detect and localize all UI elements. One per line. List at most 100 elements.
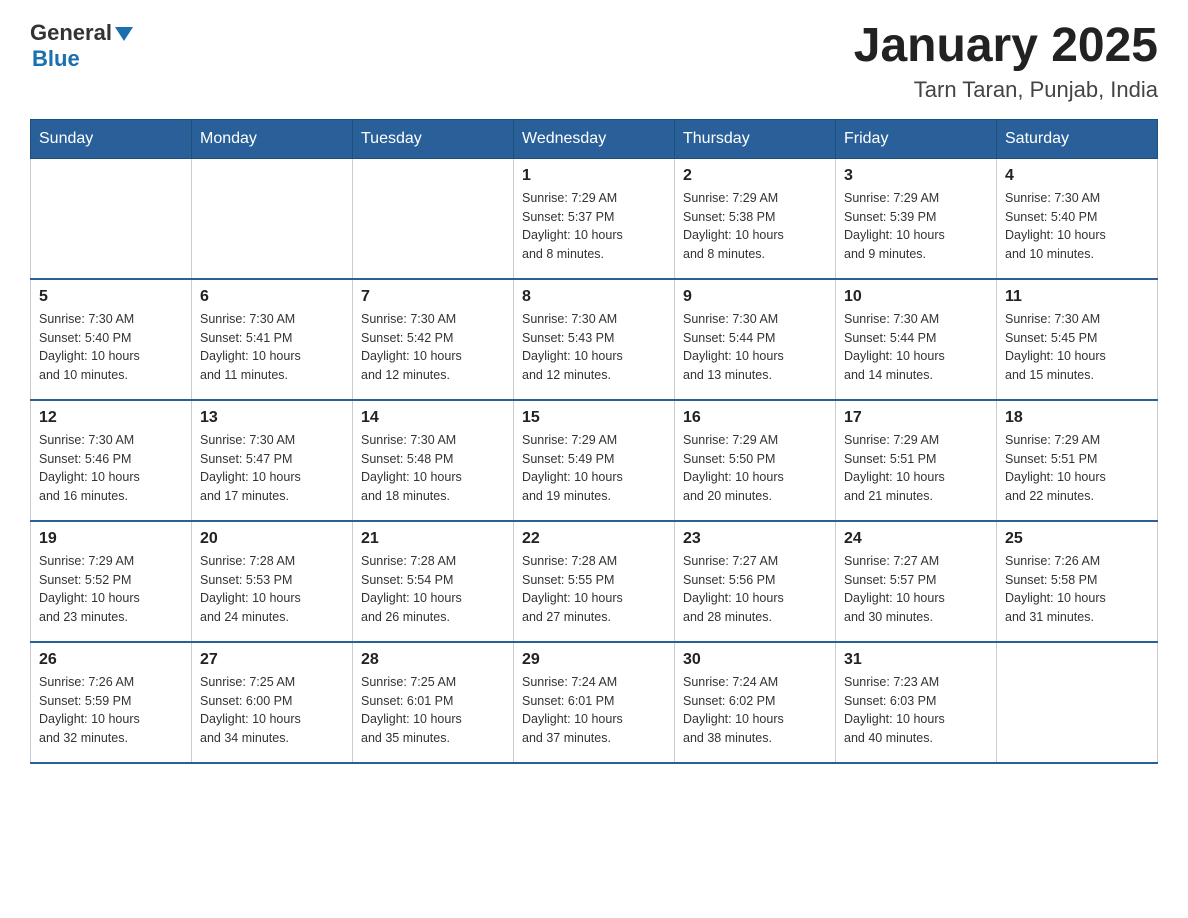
calendar-subtitle: Tarn Taran, Punjab, India <box>854 77 1158 103</box>
calendar-day-cell: 18 Sunrise: 7:29 AMSunset: 5:51 PMDayligh… <box>997 400 1158 521</box>
calendar-day-cell: 10 Sunrise: 7:30 AMSunset: 5:44 PMDayligh… <box>836 279 997 400</box>
day-info: Sunrise: 7:29 AMSunset: 5:51 PMDaylight:… <box>1005 431 1149 506</box>
day-info: Sunrise: 7:30 AMSunset: 5:42 PMDaylight:… <box>361 310 505 385</box>
header-cell-wednesday: Wednesday <box>514 119 675 158</box>
calendar-day-cell: 24 Sunrise: 7:27 AMSunset: 5:57 PMDayligh… <box>836 521 997 642</box>
calendar-day-cell: 29 Sunrise: 7:24 AMSunset: 6:01 PMDayligh… <box>514 642 675 763</box>
header-cell-monday: Monday <box>192 119 353 158</box>
header-cell-saturday: Saturday <box>997 119 1158 158</box>
day-number: 4 <box>1005 167 1149 185</box>
calendar-week-row: 19 Sunrise: 7:29 AMSunset: 5:52 PMDayligh… <box>31 521 1158 642</box>
day-info: Sunrise: 7:24 AMSunset: 6:02 PMDaylight:… <box>683 673 827 748</box>
day-number: 18 <box>1005 409 1149 427</box>
day-number: 31 <box>844 651 988 669</box>
calendar-day-cell: 12 Sunrise: 7:30 AMSunset: 5:46 PMDayligh… <box>31 400 192 521</box>
day-number: 15 <box>522 409 666 427</box>
calendar-empty-cell <box>31 158 192 279</box>
day-info: Sunrise: 7:30 AMSunset: 5:41 PMDaylight:… <box>200 310 344 385</box>
calendar-day-cell: 5Sunrise: 7:30 AMSunset: 5:40 PMDaylight… <box>31 279 192 400</box>
calendar-empty-cell <box>997 642 1158 763</box>
day-info: Sunrise: 7:30 AMSunset: 5:45 PMDaylight:… <box>1005 310 1149 385</box>
day-info: Sunrise: 7:25 AMSunset: 6:00 PMDaylight:… <box>200 673 344 748</box>
header-cell-tuesday: Tuesday <box>353 119 514 158</box>
page-header: General Blue January 2025 Tarn Taran, Pu… <box>30 20 1158 103</box>
day-info: Sunrise: 7:29 AMSunset: 5:50 PMDaylight:… <box>683 431 827 506</box>
calendar-day-cell: 4 Sunrise: 7:30 AMSunset: 5:40 PMDaylight… <box>997 158 1158 279</box>
day-info: Sunrise: 7:27 AMSunset: 5:56 PMDaylight:… <box>683 552 827 627</box>
calendar-day-cell: 30 Sunrise: 7:24 AMSunset: 6:02 PMDayligh… <box>675 642 836 763</box>
calendar-day-cell: 26 Sunrise: 7:26 AMSunset: 5:59 PMDayligh… <box>31 642 192 763</box>
day-number: 28 <box>361 651 505 669</box>
day-number: 20 <box>200 530 344 548</box>
day-number: 7 <box>361 288 505 306</box>
day-number: 13 <box>200 409 344 427</box>
calendar-week-row: 12 Sunrise: 7:30 AMSunset: 5:46 PMDayligh… <box>31 400 1158 521</box>
day-info: Sunrise: 7:27 AMSunset: 5:57 PMDaylight:… <box>844 552 988 627</box>
calendar-table: SundayMondayTuesdayWednesdayThursdayFrid… <box>30 119 1158 764</box>
logo-blue-text: Blue <box>32 46 80 72</box>
logo-arrow-icon <box>115 27 133 41</box>
calendar-day-cell: 19 Sunrise: 7:29 AMSunset: 5:52 PMDayligh… <box>31 521 192 642</box>
day-info: Sunrise: 7:30 AMSunset: 5:46 PMDaylight:… <box>39 431 183 506</box>
day-info: Sunrise: 7:26 AMSunset: 5:58 PMDaylight:… <box>1005 552 1149 627</box>
day-info: Sunrise: 7:24 AMSunset: 6:01 PMDaylight:… <box>522 673 666 748</box>
day-info: Sunrise: 7:30 AMSunset: 5:48 PMDaylight:… <box>361 431 505 506</box>
calendar-header-row: SundayMondayTuesdayWednesdayThursdayFrid… <box>31 119 1158 158</box>
calendar-day-cell: 31 Sunrise: 7:23 AMSunset: 6:03 PMDayligh… <box>836 642 997 763</box>
calendar-title: January 2025 <box>854 20 1158 73</box>
calendar-day-cell: 16Sunrise: 7:29 AMSunset: 5:50 PMDayligh… <box>675 400 836 521</box>
day-info: Sunrise: 7:29 AMSunset: 5:38 PMDaylight:… <box>683 189 827 264</box>
day-info: Sunrise: 7:30 AMSunset: 5:44 PMDaylight:… <box>844 310 988 385</box>
day-number: 9 <box>683 288 827 306</box>
day-number: 14 <box>361 409 505 427</box>
calendar-day-cell: 8Sunrise: 7:30 AMSunset: 5:43 PMDaylight… <box>514 279 675 400</box>
day-number: 1 <box>522 167 666 185</box>
calendar-day-cell: 7 Sunrise: 7:30 AMSunset: 5:42 PMDaylight… <box>353 279 514 400</box>
day-number: 21 <box>361 530 505 548</box>
day-number: 19 <box>39 530 183 548</box>
day-number: 22 <box>522 530 666 548</box>
day-info: Sunrise: 7:30 AMSunset: 5:40 PMDaylight:… <box>39 310 183 385</box>
day-number: 12 <box>39 409 183 427</box>
day-info: Sunrise: 7:26 AMSunset: 5:59 PMDaylight:… <box>39 673 183 748</box>
day-info: Sunrise: 7:30 AMSunset: 5:47 PMDaylight:… <box>200 431 344 506</box>
calendar-day-cell: 9Sunrise: 7:30 AMSunset: 5:44 PMDaylight… <box>675 279 836 400</box>
header-cell-thursday: Thursday <box>675 119 836 158</box>
day-number: 3 <box>844 167 988 185</box>
day-info: Sunrise: 7:28 AMSunset: 5:55 PMDaylight:… <box>522 552 666 627</box>
day-number: 2 <box>683 167 827 185</box>
day-info: Sunrise: 7:29 AMSunset: 5:49 PMDaylight:… <box>522 431 666 506</box>
day-number: 29 <box>522 651 666 669</box>
day-info: Sunrise: 7:29 AMSunset: 5:39 PMDaylight:… <box>844 189 988 264</box>
calendar-day-cell: 13 Sunrise: 7:30 AMSunset: 5:47 PMDayligh… <box>192 400 353 521</box>
calendar-day-cell: 11Sunrise: 7:30 AMSunset: 5:45 PMDayligh… <box>997 279 1158 400</box>
calendar-day-cell: 2 Sunrise: 7:29 AMSunset: 5:38 PMDaylight… <box>675 158 836 279</box>
day-number: 27 <box>200 651 344 669</box>
calendar-week-row: 5Sunrise: 7:30 AMSunset: 5:40 PMDaylight… <box>31 279 1158 400</box>
logo: General Blue <box>30 20 133 72</box>
logo-line1: General <box>30 20 133 46</box>
logo-general-text: General <box>30 20 112 46</box>
calendar-day-cell: 15 Sunrise: 7:29 AMSunset: 5:49 PMDayligh… <box>514 400 675 521</box>
day-number: 24 <box>844 530 988 548</box>
calendar-day-cell: 3 Sunrise: 7:29 AMSunset: 5:39 PMDaylight… <box>836 158 997 279</box>
day-number: 30 <box>683 651 827 669</box>
day-info: Sunrise: 7:29 AMSunset: 5:51 PMDaylight:… <box>844 431 988 506</box>
calendar-empty-cell <box>192 158 353 279</box>
day-number: 10 <box>844 288 988 306</box>
day-number: 6 <box>200 288 344 306</box>
calendar-day-cell: 17Sunrise: 7:29 AMSunset: 5:51 PMDayligh… <box>836 400 997 521</box>
calendar-day-cell: 21 Sunrise: 7:28 AMSunset: 5:54 PMDayligh… <box>353 521 514 642</box>
day-info: Sunrise: 7:23 AMSunset: 6:03 PMDaylight:… <box>844 673 988 748</box>
day-number: 23 <box>683 530 827 548</box>
day-number: 25 <box>1005 530 1149 548</box>
day-info: Sunrise: 7:29 AMSunset: 5:37 PMDaylight:… <box>522 189 666 264</box>
day-info: Sunrise: 7:28 AMSunset: 5:53 PMDaylight:… <box>200 552 344 627</box>
calendar-day-cell: 6 Sunrise: 7:30 AMSunset: 5:41 PMDaylight… <box>192 279 353 400</box>
day-info: Sunrise: 7:29 AMSunset: 5:52 PMDaylight:… <box>39 552 183 627</box>
day-info: Sunrise: 7:28 AMSunset: 5:54 PMDaylight:… <box>361 552 505 627</box>
calendar-day-cell: 25 Sunrise: 7:26 AMSunset: 5:58 PMDayligh… <box>997 521 1158 642</box>
calendar-day-cell: 23 Sunrise: 7:27 AMSunset: 5:56 PMDayligh… <box>675 521 836 642</box>
day-number: 26 <box>39 651 183 669</box>
day-info: Sunrise: 7:30 AMSunset: 5:40 PMDaylight:… <box>1005 189 1149 264</box>
